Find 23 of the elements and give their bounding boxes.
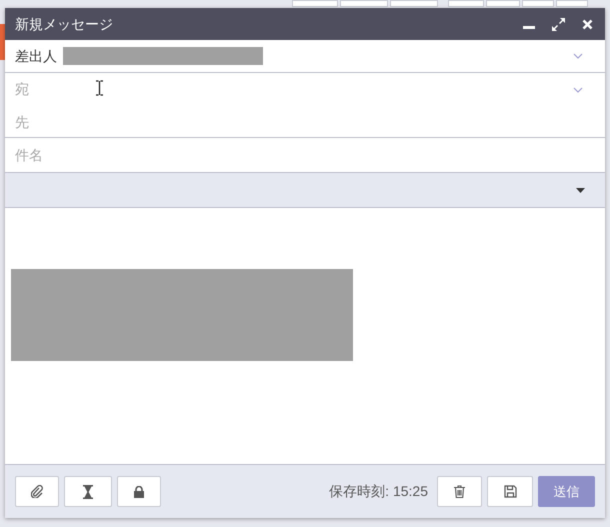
lock-icon xyxy=(134,486,144,498)
expand-icon[interactable] xyxy=(552,18,565,30)
trash-icon xyxy=(454,485,465,498)
caret-down-icon[interactable] xyxy=(576,188,585,192)
close-icon[interactable] xyxy=(582,18,593,30)
delete-button[interactable] xyxy=(437,476,482,507)
saved-time-label: 保存時刻: 15:25 xyxy=(329,482,428,501)
encrypt-button[interactable] xyxy=(117,476,161,507)
text-cursor-icon xyxy=(96,80,103,96)
chevron-down-icon[interactable] xyxy=(573,87,583,93)
hourglass-icon xyxy=(83,484,93,498)
paperclip-icon xyxy=(31,485,43,498)
chevron-down-icon[interactable] xyxy=(573,53,583,59)
save-button[interactable] xyxy=(487,476,533,507)
attach-button[interactable] xyxy=(15,476,59,507)
subject-placeholder: 件名 xyxy=(15,146,43,164)
to-field[interactable]: 宛先 xyxy=(5,73,605,138)
background-tag xyxy=(0,24,5,60)
to-placeholder: 宛先 xyxy=(15,80,29,132)
window-title: 新規メッセージ xyxy=(15,14,113,34)
timer-button[interactable] xyxy=(64,476,112,507)
send-button[interactable]: 送信 xyxy=(538,476,595,507)
from-label: 差出人 xyxy=(15,46,57,66)
